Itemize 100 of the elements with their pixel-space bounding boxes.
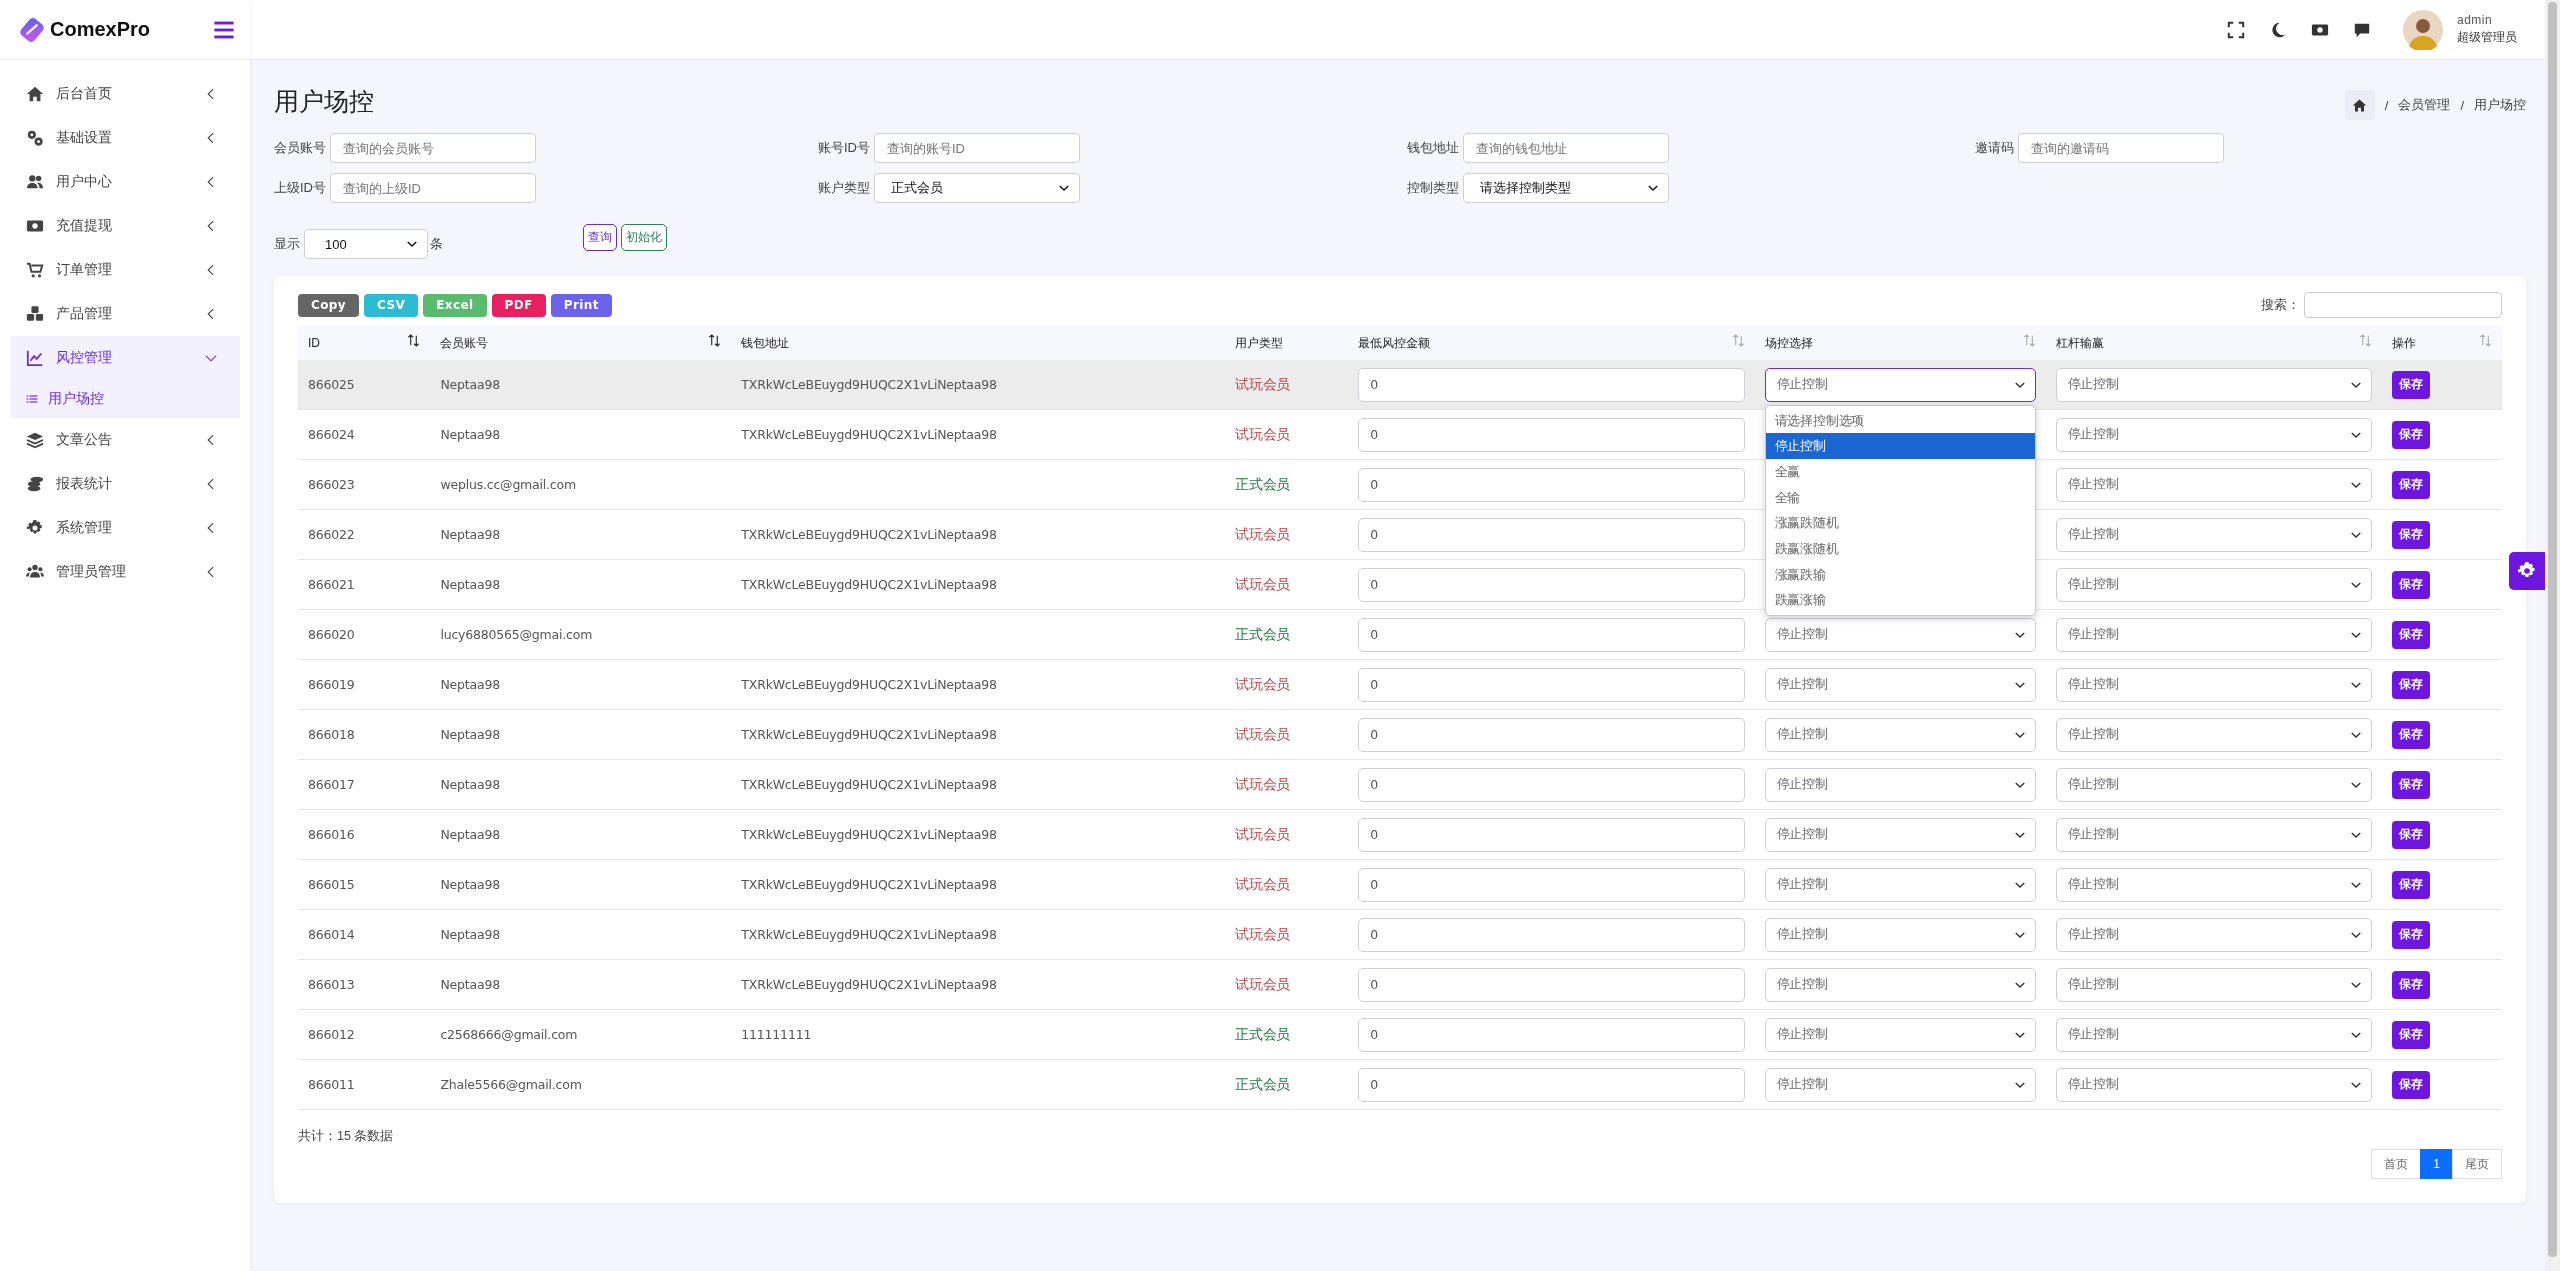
breadcrumb-item[interactable]: 会员管理 <box>2398 96 2451 114</box>
select-field[interactable]: 正式会员 <box>874 173 1080 203</box>
sidebar-item[interactable]: 文章公告 <box>10 418 240 462</box>
select-field[interactable]: 停止控制 <box>2055 967 2372 1002</box>
select-field[interactable]: 停止控制 <box>2055 617 2372 652</box>
save-button[interactable]: 保存 <box>2391 1020 2430 1049</box>
avatar[interactable] <box>2403 9 2443 50</box>
select-field[interactable]: 停止控制 <box>1764 717 2036 752</box>
select-field[interactable]: 停止控制 <box>2055 817 2372 852</box>
select-field[interactable]: 停止控制 <box>2055 417 2372 452</box>
input-field[interactable]: 查询的邀请码 <box>2018 133 2224 163</box>
select-field[interactable]: 停止控制 <box>2055 717 2372 752</box>
sort-icon[interactable] <box>407 334 421 347</box>
sidebar-item[interactable]: 基础设置 <box>10 116 240 160</box>
home-button[interactable] <box>2344 90 2375 120</box>
dropdown-option[interactable]: 全输 <box>1765 484 2035 511</box>
select-field[interactable]: 停止控制 <box>1764 967 2036 1002</box>
export-button[interactable]: Copy <box>298 293 360 317</box>
select-field[interactable]: 停止控制 <box>2055 467 2372 502</box>
input-field[interactable]: 查询的钱包地址 <box>1463 133 1669 163</box>
select-field[interactable]: 停止控制 <box>2055 517 2372 552</box>
select-field[interactable]: 停止控制 <box>1764 767 2036 802</box>
input-field[interactable]: 查询的账号ID <box>874 133 1080 163</box>
page-button[interactable]: 1 <box>2420 1149 2453 1179</box>
sidebar-subitem[interactable]: 用户场控 <box>10 380 240 418</box>
select-field[interactable]: 停止控制 <box>1764 667 2036 702</box>
save-button[interactable]: 保存 <box>2391 720 2430 749</box>
save-button[interactable]: 保存 <box>2391 520 2430 549</box>
breadcrumb-item[interactable]: 用户场控 <box>2474 96 2526 114</box>
amount-field[interactable]: 0 <box>1358 417 1745 452</box>
save-button[interactable]: 保存 <box>2391 420 2430 449</box>
select-field[interactable]: 停止控制 <box>1764 867 2036 902</box>
select-field[interactable]: 停止控制 <box>2055 917 2372 952</box>
input-field[interactable]: 查询的上级ID <box>330 173 536 203</box>
dropdown-option[interactable]: 停止控制 <box>1765 433 2035 459</box>
query-button[interactable]: 查询 <box>583 223 617 251</box>
sidebar-item[interactable]: 用户中心 <box>10 160 240 204</box>
input-field[interactable]: 查询的会员账号 <box>330 133 536 163</box>
save-button[interactable]: 保存 <box>2391 770 2430 799</box>
search-field[interactable] <box>2304 292 2502 318</box>
sort-icon[interactable] <box>708 334 722 347</box>
page-size-select[interactable]: 100 <box>304 229 428 259</box>
save-button[interactable]: 保存 <box>2391 620 2430 649</box>
sidebar-item[interactable]: 后台首页 <box>10 72 240 116</box>
fullscreen-icon[interactable] <box>2227 20 2245 39</box>
settings-button[interactable] <box>2509 552 2545 590</box>
dropdown-option[interactable]: 涨赢跌随机 <box>1765 510 2035 536</box>
select-field[interactable]: 停止控制 <box>2055 567 2372 602</box>
amount-field[interactable]: 0 <box>1358 567 1745 602</box>
save-button[interactable]: 保存 <box>2391 670 2430 699</box>
save-button[interactable]: 保存 <box>2391 1070 2430 1099</box>
save-button[interactable]: 保存 <box>2391 820 2430 849</box>
select-field[interactable]: 停止控制 <box>1764 617 2036 652</box>
export-button[interactable]: Print <box>550 293 612 317</box>
save-button[interactable]: 保存 <box>2391 570 2430 599</box>
amount-field[interactable]: 0 <box>1358 467 1745 502</box>
sidebar-item[interactable]: 系统管理 <box>10 506 240 550</box>
sidebar-item[interactable]: 充值提现 <box>10 204 240 248</box>
amount-field[interactable]: 0 <box>1358 1067 1745 1102</box>
dropdown-option[interactable]: 涨赢跌输 <box>1765 561 2035 588</box>
dropdown-option[interactable]: 请选择控制选项 <box>1765 407 2035 434</box>
save-button[interactable]: 保存 <box>2391 870 2430 899</box>
select-field[interactable]: 请选择控制类型 <box>1463 173 1669 203</box>
dropdown-option[interactable]: 跌赢涨随机 <box>1765 535 2035 562</box>
sidebar-item[interactable]: 风控管理 <box>10 336 240 380</box>
amount-field[interactable]: 0 <box>1358 867 1745 902</box>
sidebar-item[interactable]: 产品管理 <box>10 292 240 336</box>
save-button[interactable]: 保存 <box>2391 920 2430 949</box>
page-button[interactable]: 尾页 <box>2452 1149 2502 1179</box>
dropdown-option[interactable]: 跌赢涨输 <box>1765 587 2035 613</box>
amount-field[interactable]: 0 <box>1358 967 1745 1002</box>
save-button[interactable]: 保存 <box>2391 970 2430 999</box>
amount-field[interactable]: 0 <box>1358 717 1745 752</box>
sidebar-item[interactable]: 报表统计 <box>10 462 240 506</box>
save-button[interactable]: 保存 <box>2391 470 2430 499</box>
amount-field[interactable]: 0 <box>1358 367 1745 402</box>
select-field[interactable]: 停止控制 <box>1764 917 2036 952</box>
amount-field[interactable]: 0 <box>1358 1017 1745 1052</box>
amount-field[interactable]: 0 <box>1358 917 1745 952</box>
amount-field[interactable]: 0 <box>1358 767 1745 802</box>
select-field[interactable]: 停止控制 <box>1764 1067 2036 1102</box>
reset-button[interactable]: 初始化 <box>621 223 667 251</box>
select-field[interactable]: 停止控制 <box>1764 817 2036 852</box>
save-button[interactable]: 保存 <box>2391 370 2430 399</box>
select-field[interactable]: 停止控制 <box>2055 867 2372 902</box>
select-field[interactable]: 停止控制 <box>2055 1017 2372 1052</box>
amount-field[interactable]: 0 <box>1358 517 1745 552</box>
scrollbar-thumb[interactable] <box>2548 2 2557 1257</box>
select-field[interactable]: 停止控制 <box>2055 667 2372 702</box>
amount-field[interactable]: 0 <box>1358 617 1745 652</box>
page-button[interactable]: 首页 <box>2371 1149 2422 1179</box>
select-field[interactable]: 停止控制 <box>2055 1067 2372 1102</box>
select-field[interactable]: 停止控制 <box>2055 767 2372 802</box>
moon-icon[interactable] <box>2269 20 2287 39</box>
select-field[interactable]: 停止控制 <box>1764 1017 2036 1052</box>
dropdown-option[interactable]: 全赢 <box>1765 458 2035 485</box>
sidebar-item[interactable]: 管理员管理 <box>10 550 240 594</box>
amount-field[interactable]: 0 <box>1358 667 1745 702</box>
amount-field[interactable]: 0 <box>1358 817 1745 852</box>
select-field[interactable]: 停止控制 <box>2055 367 2372 402</box>
